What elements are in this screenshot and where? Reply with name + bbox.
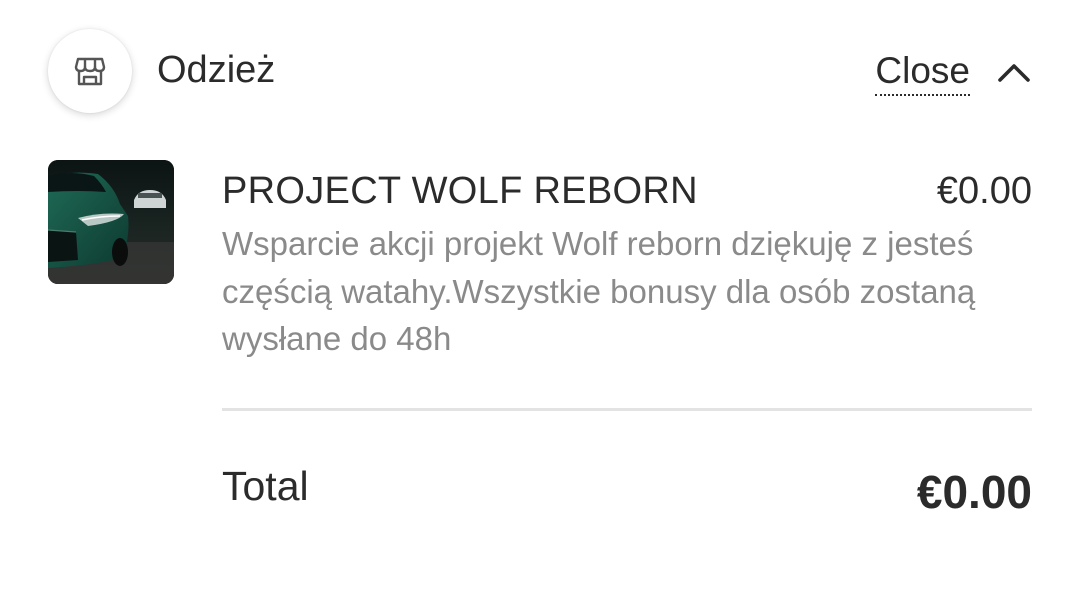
product-description: Wsparcie akcji projekt Wolf reborn dzięk… — [222, 225, 976, 357]
product-price: €0.00 — [936, 170, 1032, 212]
close-label[interactable]: Close — [875, 48, 970, 96]
product-title: PROJECT WOLF REBORN — [222, 170, 698, 212]
close-button[interactable]: Close — [875, 48, 1032, 96]
chevron-up-icon[interactable] — [996, 54, 1032, 90]
total-label: Total — [222, 463, 309, 509]
merchant-name: Odzież — [157, 49, 276, 91]
total-value: €0.00 — [916, 466, 1032, 518]
product-thumbnail — [48, 160, 174, 284]
order-summary-header: Odzież Close — [0, 0, 1080, 140]
divider — [222, 408, 1032, 411]
storefront-icon — [48, 29, 132, 113]
